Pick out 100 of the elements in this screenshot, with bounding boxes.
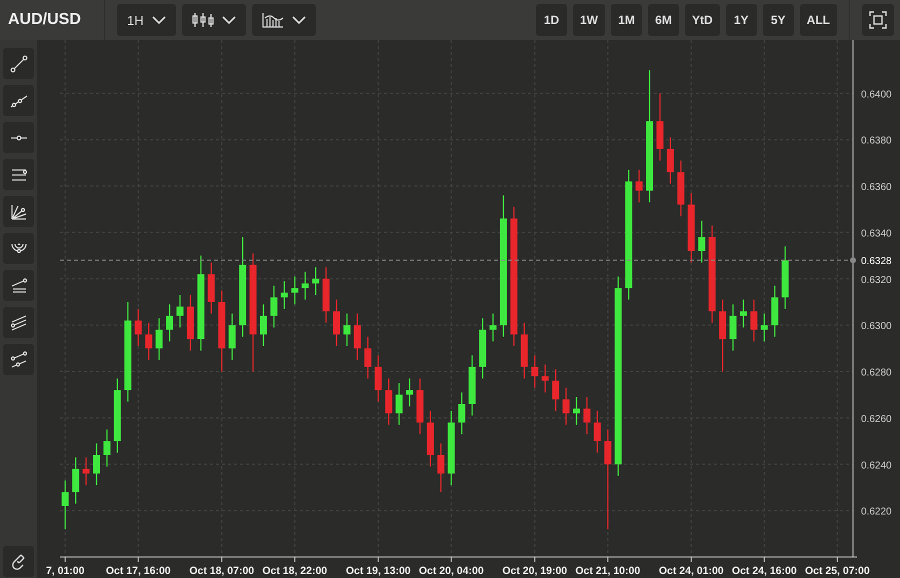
- candle: [62, 480, 69, 530]
- y-axis-label: 0.6300: [861, 321, 892, 332]
- candle: [406, 378, 414, 406]
- candle: [688, 193, 695, 263]
- candle: [542, 364, 549, 392]
- candle: [782, 246, 789, 309]
- candle: [594, 410, 601, 453]
- range-button[interactable]: 1M: [611, 4, 642, 36]
- range-button[interactable]: YtD: [685, 4, 720, 36]
- candle: [134, 308, 142, 346]
- candle: [280, 281, 288, 309]
- candle: [302, 272, 309, 300]
- candle: [176, 295, 184, 328]
- candle: [552, 369, 560, 411]
- candle: [750, 300, 758, 342]
- candle: [416, 378, 424, 434]
- y-axis-label: 0.6340: [861, 228, 892, 240]
- arcs-icon: [10, 243, 26, 254]
- fullscreen-icon: [869, 11, 887, 29]
- candle: [270, 286, 278, 328]
- candle: [322, 267, 330, 323]
- price-marker: [850, 257, 856, 264]
- x-axis-label: Oct 18, 07:00: [189, 565, 254, 577]
- candle: [208, 262, 215, 314]
- ray-tool-button[interactable]: [3, 85, 34, 116]
- x-axis-label: Oct 18, 22:00: [262, 565, 328, 577]
- candle: [186, 295, 194, 351]
- indicators-icon: [262, 12, 284, 28]
- x-axis-label: Oct 17, 16:00: [106, 565, 171, 577]
- candle: [426, 410, 434, 467]
- y-axis-label: 0.6400: [861, 89, 892, 100]
- range-button[interactable]: 1Y: [726, 4, 757, 36]
- chevron-down-icon: [152, 15, 166, 25]
- fan-tool-button[interactable]: [3, 196, 34, 227]
- candle: [479, 318, 486, 378]
- candle: [437, 443, 444, 492]
- chevron-down-icon: [222, 15, 236, 25]
- candle: [573, 397, 580, 425]
- current-price-label: 0.6328: [861, 256, 892, 268]
- candle: [166, 304, 174, 342]
- candle: [385, 378, 392, 425]
- y-axis-label: 0.6220: [861, 506, 892, 518]
- candle: [333, 300, 340, 346]
- candle: [531, 355, 538, 388]
- candle: [490, 314, 497, 342]
- candle: [82, 457, 90, 486]
- x-axis-label: Oct 20, 19:00: [502, 565, 568, 577]
- x-axis-label: Oct 24, 01:00: [658, 565, 724, 577]
- range-button[interactable]: ALL: [800, 4, 837, 36]
- candle: [343, 314, 350, 346]
- candle: [656, 93, 664, 161]
- candle: [562, 388, 570, 425]
- candle: [354, 314, 361, 360]
- chevron-down-icon: [292, 15, 306, 25]
- candle: [145, 322, 152, 360]
- candle: [291, 276, 298, 304]
- x-axis-label: 7, 01:00: [46, 565, 84, 577]
- fullscreen-button[interactable]: [862, 4, 894, 36]
- range-button[interactable]: 1W: [573, 4, 605, 36]
- candle: [583, 397, 590, 434]
- candle: [364, 336, 372, 378]
- candle: [458, 392, 466, 434]
- candle: [771, 286, 778, 337]
- candle: [636, 170, 643, 202]
- interval-dropdown[interactable]: 1H: [117, 4, 176, 36]
- indicators-dropdown[interactable]: [252, 4, 316, 36]
- candles-icon: [192, 12, 214, 28]
- parallel-lines-icon: [8, 312, 28, 332]
- y-axis-label: 0.6240: [861, 460, 892, 472]
- candle: [312, 267, 320, 296]
- range-button[interactable]: 5Y: [762, 4, 794, 36]
- range-button[interactable]: 1D: [536, 4, 567, 36]
- y-axis-label: 0.6380: [861, 136, 892, 147]
- pair-tool-button[interactable]: [3, 344, 34, 375]
- chart-type-dropdown[interactable]: [182, 4, 246, 36]
- candle: [760, 314, 768, 342]
- parallel-tool-button[interactable]: [3, 307, 34, 338]
- segment-tool-button[interactable]: [3, 48, 34, 79]
- candle: [228, 314, 236, 360]
- x-axis-label: Oct 24, 16:00: [732, 565, 797, 577]
- arc-tool-button[interactable]: [3, 233, 34, 264]
- x-axis-label: Oct 25, 07:00: [804, 565, 870, 577]
- channel-tool-button[interactable]: [3, 159, 34, 190]
- candle: [103, 430, 110, 467]
- candle: [93, 443, 100, 486]
- symbol-title: AUD/USD: [8, 11, 82, 29]
- hline-tool-button[interactable]: [3, 122, 34, 153]
- two-lines-icon: [8, 350, 28, 370]
- y-axis-label: 0.6260: [861, 414, 892, 425]
- pitchfork-tool-button[interactable]: [3, 270, 34, 301]
- candle: [260, 304, 267, 346]
- x-axis-label: Oct 19, 13:00: [346, 565, 411, 577]
- horizontal-line-icon: [10, 134, 28, 140]
- range-button[interactable]: 6M: [648, 4, 679, 36]
- candle: [72, 457, 80, 504]
- candle: [698, 220, 706, 263]
- x-axis-label: Oct 21, 10:00: [575, 565, 640, 577]
- candle: [740, 300, 747, 328]
- magnet-button[interactable]: [3, 546, 34, 577]
- y-axis-label: 0.6320: [861, 274, 892, 286]
